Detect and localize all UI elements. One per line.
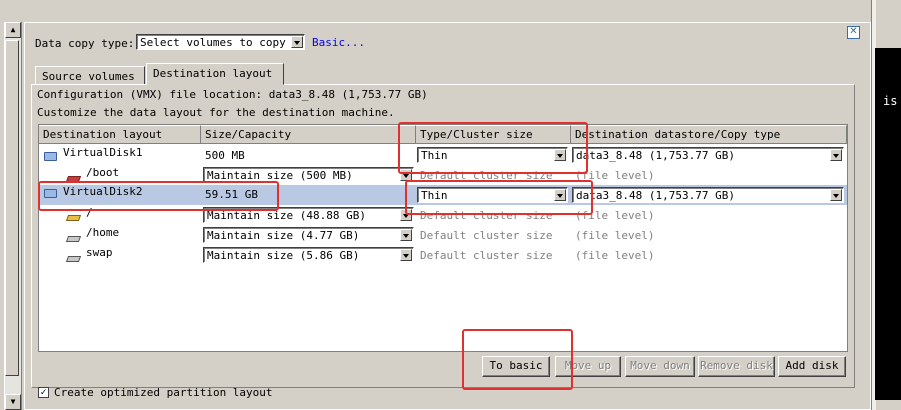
copy-type-label: Data copy type:	[35, 37, 135, 50]
type-value: Thin	[421, 149, 448, 162]
disk-size: 59.51 GB	[205, 188, 258, 201]
partition-name: /home	[86, 226, 120, 239]
table-row-swap[interactable]: swap Maintain size (5.86 GB) Default clu…	[39, 246, 847, 266]
scroll-up-button[interactable]: ▲	[5, 22, 21, 38]
disk-name: VirtualDisk1	[63, 146, 143, 159]
type-select[interactable]: Thin	[417, 147, 568, 163]
cluster-size: Default cluster size	[420, 209, 553, 222]
partition-name: /boot	[86, 166, 120, 179]
customize-text: Customize the data layout for the destin…	[37, 106, 395, 119]
cluster-size: Default cluster size	[420, 249, 553, 262]
move-down-button[interactable]: Move down	[625, 356, 695, 377]
copy-type: (file level)	[575, 209, 655, 222]
tab-destination-layout[interactable]: Destination layout	[146, 63, 284, 85]
copy-type: (file level)	[575, 229, 655, 242]
partition-icon	[65, 176, 82, 182]
datastore-value: data3_8.48 (1,753.77 GB)	[576, 189, 735, 202]
partition-name: /	[86, 206, 93, 219]
size-value: Maintain size (48.88 GB)	[207, 209, 366, 222]
size-value: Maintain size (500 MB)	[207, 169, 353, 182]
table-row-home[interactable]: /home Maintain size (4.77 GB) Default cl…	[39, 226, 847, 246]
size-value: Maintain size (5.86 GB)	[207, 249, 360, 262]
column-header-destination-layout[interactable]: Destination layout	[39, 125, 201, 144]
table-row-boot[interactable]: /boot Maintain size (500 MB) Default clu…	[39, 166, 847, 186]
chevron-down-icon[interactable]	[291, 36, 303, 48]
outer-vertical-scrollbar[interactable]: ▲ ▼	[4, 22, 22, 410]
terminal-text: is	[883, 94, 898, 108]
close-icon[interactable]: ✕	[847, 26, 860, 39]
cluster-size: Default cluster size	[420, 169, 553, 182]
partition-name: swap	[86, 246, 113, 259]
optimize-partition-label: Create optimized partition layout	[54, 386, 273, 399]
chevron-down-icon[interactable]	[400, 229, 412, 241]
tab-label: Destination layout	[153, 67, 273, 80]
chevron-down-icon[interactable]	[400, 249, 412, 261]
chevron-down-icon[interactable]	[400, 169, 412, 181]
basic-link[interactable]: Basic...	[312, 36, 365, 49]
scroll-thumb[interactable]	[5, 40, 19, 376]
datastore-value: data3_8.48 (1,753.77 GB)	[576, 149, 735, 162]
partition-icon	[65, 256, 82, 262]
type-value: Thin	[421, 189, 448, 202]
size-value: Maintain size (4.77 GB)	[207, 229, 360, 242]
to-basic-button[interactable]: To basic	[482, 356, 550, 377]
disk-size: 500 MB	[205, 149, 245, 162]
datastore-select[interactable]: data3_8.48 (1,753.77 GB)	[572, 147, 844, 163]
move-up-button[interactable]: Move up	[555, 356, 621, 377]
type-select[interactable]: Thin	[417, 187, 568, 203]
size-select[interactable]: Maintain size (500 MB)	[203, 167, 414, 183]
disk-name: VirtualDisk2	[63, 185, 143, 198]
partition-icon	[65, 236, 82, 242]
chevron-down-icon[interactable]	[830, 189, 842, 201]
destination-layout-table: Destination layout Size/Capacity Type/Cl…	[38, 124, 848, 352]
chevron-down-icon[interactable]	[830, 149, 842, 161]
chevron-down-icon[interactable]	[554, 189, 566, 201]
datastore-select[interactable]: data3_8.48 (1,753.77 GB)	[572, 187, 844, 203]
size-select[interactable]: Maintain size (4.77 GB)	[203, 227, 414, 243]
size-select[interactable]: Maintain size (5.86 GB)	[203, 247, 414, 263]
virtual-disk-icon	[44, 189, 57, 198]
add-disk-button[interactable]: Add disk	[778, 356, 846, 377]
remove-disk-button[interactable]: Remove disk	[698, 356, 775, 377]
chevron-down-icon[interactable]	[554, 149, 566, 161]
table-row-virtualdisk2[interactable]: VirtualDisk2 59.51 GB Thin data3_8.48 (1…	[39, 185, 847, 205]
tab-label: Source volumes	[42, 70, 135, 83]
tab-source-volumes[interactable]: Source volumes	[35, 66, 145, 85]
virtual-disk-icon	[44, 152, 57, 161]
copy-type: (file level)	[575, 169, 655, 182]
chevron-down-icon[interactable]	[400, 209, 412, 221]
partition-icon	[65, 215, 82, 221]
copy-type-value: Select volumes to copy	[140, 36, 286, 49]
copy-type-select[interactable]: Select volumes to copy	[136, 34, 305, 50]
column-header-type[interactable]: Type/Cluster size	[416, 125, 571, 144]
column-header-size[interactable]: Size/Capacity	[201, 125, 416, 144]
optimize-partition-checkbox[interactable]: ✓	[38, 387, 49, 398]
cluster-size: Default cluster size	[420, 229, 553, 242]
size-select[interactable]: Maintain size (48.88 GB)	[203, 207, 414, 223]
config-location-text: Configuration (VMX) file location: data3…	[37, 88, 428, 101]
copy-type: (file level)	[575, 249, 655, 262]
table-row-virtualdisk1[interactable]: VirtualDisk1 500 MB Thin data3_8.48 (1,7…	[39, 146, 847, 166]
column-header-datastore[interactable]: Destination datastore/Copy type	[571, 125, 847, 144]
scroll-down-button[interactable]: ▼	[5, 394, 21, 410]
table-row-root[interactable]: / Maintain size (48.88 GB) Default clust…	[39, 206, 847, 226]
